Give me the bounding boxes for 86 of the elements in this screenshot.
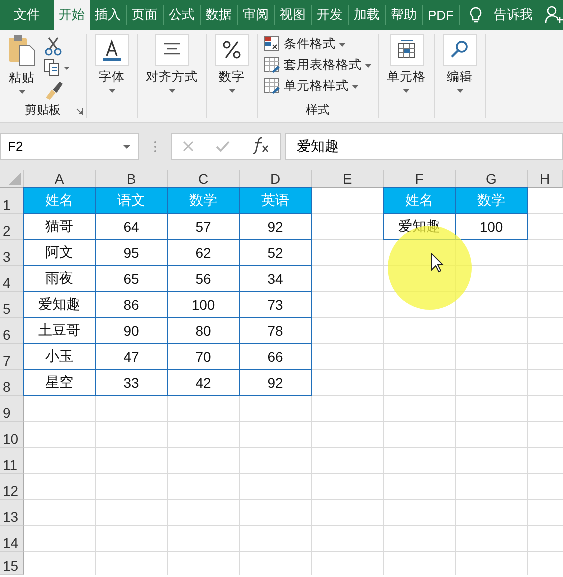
row-header[interactable]: 15 [0,552,24,575]
styles-menu-button[interactable]: 条件格式 [264,36,372,53]
ribbon-button[interactable]: 单元格 [385,34,428,102]
ribbon-tab[interactable]: 数据 [201,0,237,30]
ribbon-tab[interactable]: 公式 [164,0,200,30]
formula-input[interactable]: 爱知趣 [285,133,563,160]
caret-icon [352,84,359,88]
group-label: 剪贴板 [24,102,62,118]
table-cell: 92 [239,369,312,396]
header-cell: 姓名 [23,187,96,214]
caret-icon [403,89,410,93]
conditional-format-icon [264,36,281,53]
row-header[interactable]: 1 [0,188,24,214]
column-header[interactable]: H [528,170,563,188]
caret-icon [18,90,26,94]
ribbon-tab[interactable]: 页面 [127,0,163,30]
row-header[interactable]: 10 [0,422,24,448]
column-header[interactable]: D [240,170,312,188]
name-box[interactable]: F2 [0,133,139,160]
header-cell: 姓名 [383,187,456,214]
column-header[interactable]: G [456,170,528,188]
ribbon-tab[interactable]: 视图 [275,0,311,30]
ribbon-tab[interactable]: 审阅 [238,0,274,30]
row-header[interactable]: 14 [0,526,24,552]
caret-icon [339,42,346,46]
row-header[interactable]: 3 [0,240,24,266]
cells-grid-icon [396,39,418,61]
ribbon-button[interactable]: 数字 [213,34,251,102]
caret-icon [365,64,372,68]
ribbon-button[interactable]: 对齐方式 [144,34,200,102]
column-header[interactable]: C [168,170,240,188]
dialog-launcher-icon[interactable] [76,108,84,116]
caret-icon [168,89,176,93]
header-cell: 数学 [455,187,528,214]
group-label: 样式 [305,102,331,118]
function-icon [252,136,269,154]
column-header[interactable]: A [24,170,96,188]
scissors-icon [44,36,63,56]
row-header[interactable]: 12 [0,474,24,500]
cell-style-icon [264,78,281,95]
ribbon-tab[interactable]: 开始 [54,0,90,30]
row-header[interactable]: 4 [0,266,24,292]
styles-menu-button[interactable]: 单元格样式 [264,78,372,95]
column-header[interactable]: B [96,170,168,188]
paste-button[interactable]: 粘贴 [6,34,38,102]
copy-icon [44,59,70,77]
font-color-icon [101,39,123,61]
grip-icon [154,140,156,152]
ribbon-button[interactable]: 编辑 [441,34,479,102]
caret-icon [123,144,131,148]
row-header[interactable]: 7 [0,344,24,370]
column-header[interactable]: F [384,170,456,188]
table-format-icon [264,57,281,74]
row-header[interactable]: 2 [0,214,24,240]
cursor-icon [431,253,445,273]
tell-me-search[interactable]: 告诉我 [494,6,533,24]
ribbon-button[interactable]: 字体 [93,34,131,102]
column-header[interactable]: E [312,170,384,188]
lightbulb-icon [470,7,482,23]
add-person-icon [545,6,563,24]
ribbon-tab[interactable]: 加载 [349,0,385,30]
header-cell: 英语 [239,187,312,214]
insert-function-button[interactable] [252,136,269,156]
format-painter-icon [44,80,64,100]
row-header[interactable]: 8 [0,370,24,396]
caret-icon [108,89,116,93]
caret-icon [228,89,236,93]
header-cell: 语文 [95,187,168,214]
header-cell: 数学 [167,187,240,214]
cancel-icon [183,141,194,152]
check-icon [216,141,230,152]
row-header[interactable]: 13 [0,500,24,526]
table-cell: 星空 [23,369,96,396]
ribbon-tab[interactable]: PDF [423,0,459,30]
styles-menu-button[interactable]: 套用表格格式 [264,57,372,74]
row-header[interactable]: 9 [0,396,24,422]
caret-icon [456,89,464,93]
file-tab[interactable]: 文件 [0,0,54,30]
row-header[interactable]: 6 [0,318,24,344]
percent-icon [221,39,243,61]
row-header[interactable]: 5 [0,292,24,318]
ribbon-tab[interactable]: 插入 [90,0,126,30]
ribbon-tab[interactable]: 开发 [312,0,348,30]
ribbon-tab[interactable]: 帮助 [386,0,422,30]
row-header[interactable]: 11 [0,448,24,474]
clipboard-icon [8,34,36,67]
